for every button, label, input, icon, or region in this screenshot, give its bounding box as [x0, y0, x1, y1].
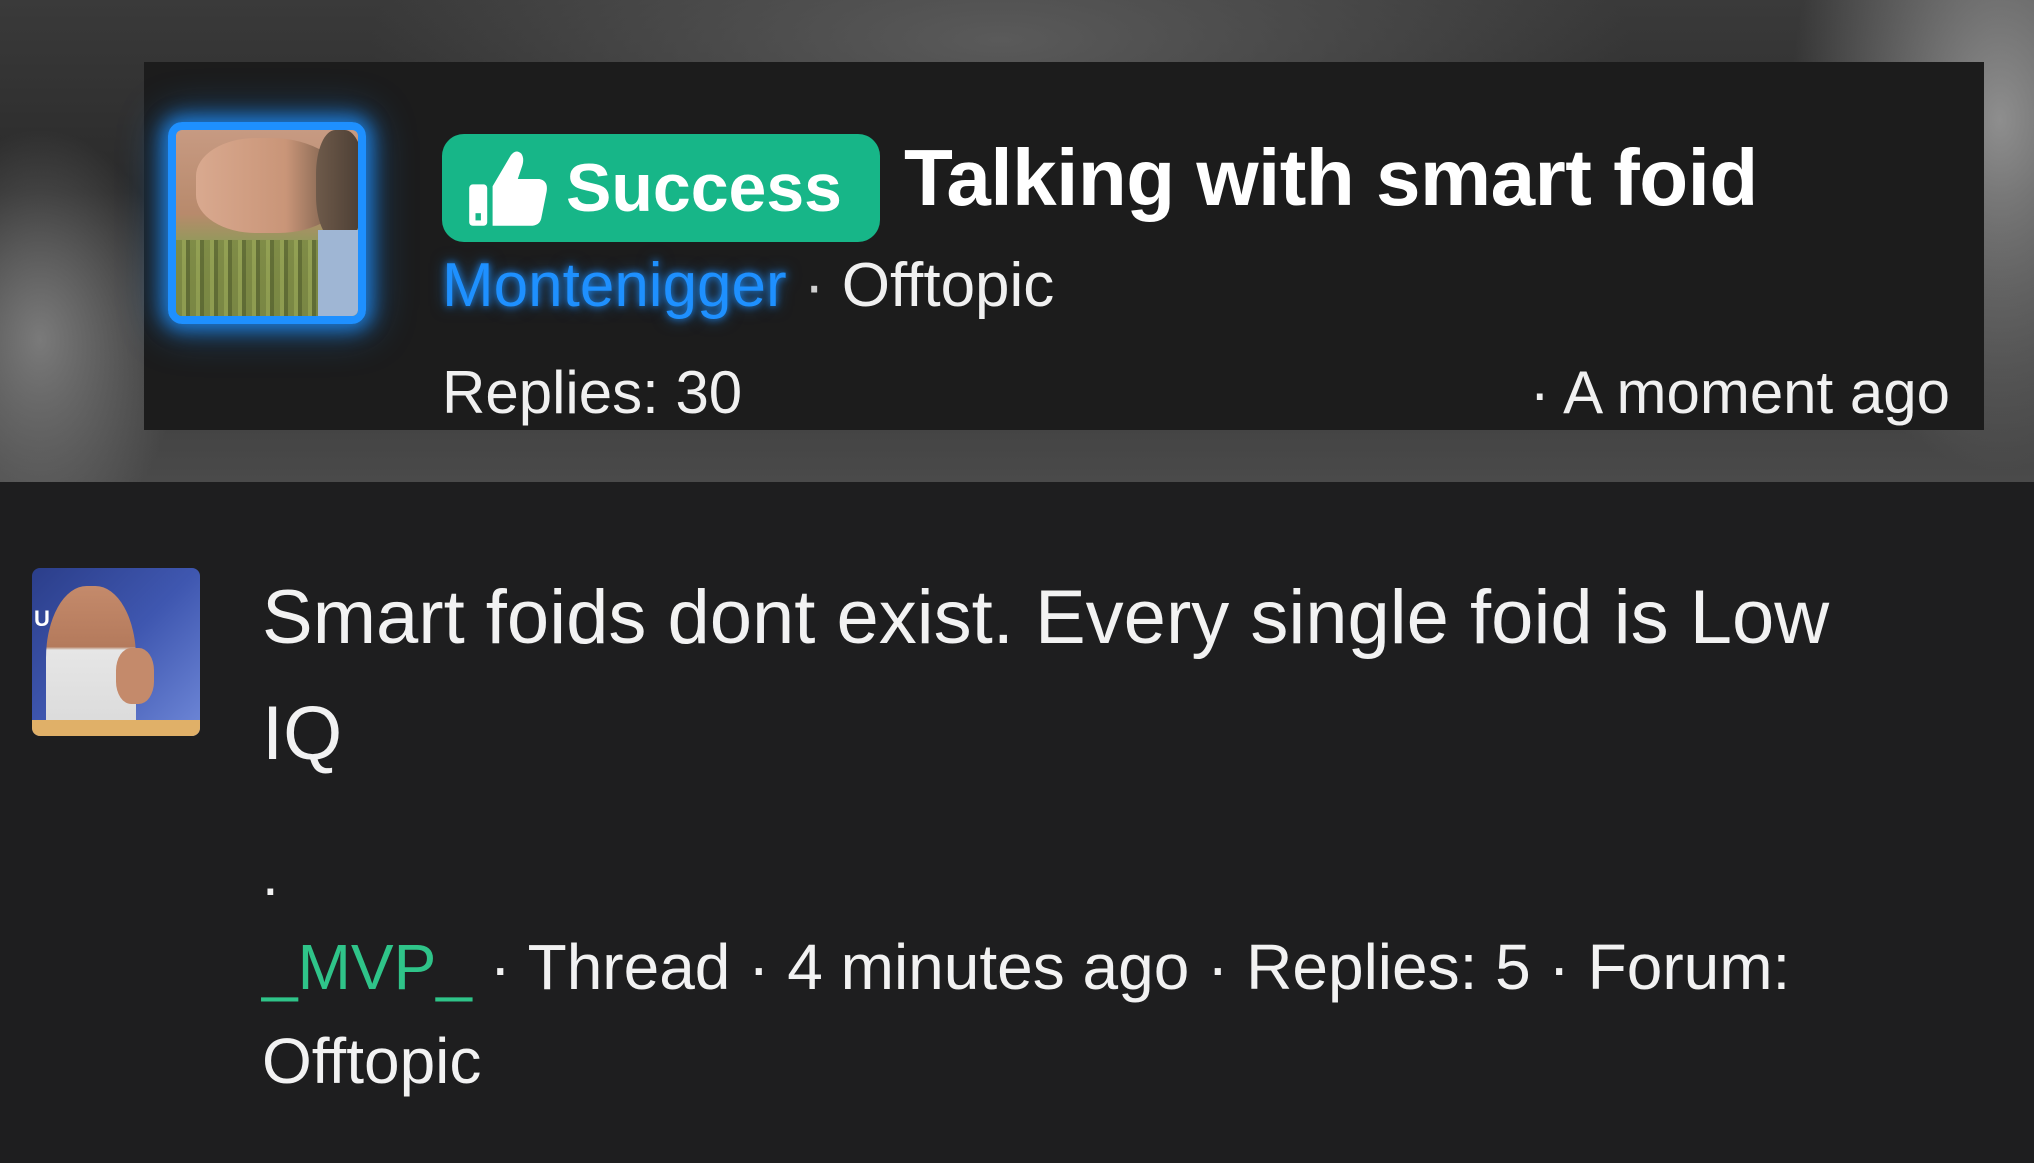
thread-timestamp: · A moment ago — [1529, 359, 1950, 426]
thread-author-link[interactable]: Montenigger — [442, 251, 787, 320]
forum-link[interactable]: Offtopic — [842, 251, 1055, 320]
success-badge: Success — [442, 134, 880, 242]
post-dot: . — [262, 841, 279, 908]
post-meta-rest: · Thread · 4 minutes ago · Replies: 5 · … — [262, 931, 1791, 1097]
thread-title[interactable]: Talking with smart foid — [904, 132, 1758, 224]
thread-meta: Montenigger · Offtopic — [442, 250, 1054, 321]
post-body[interactable]: Smart foids dont exist. Every single foi… — [262, 560, 1912, 792]
post-author-link[interactable]: _MVP_ — [262, 931, 472, 1003]
thread-author-avatar[interactable] — [168, 122, 366, 324]
badge-label: Success — [566, 150, 842, 226]
thumbs-up-icon — [469, 151, 547, 226]
thread-card[interactable]: Success Talking with smart foid Montenig… — [144, 62, 1984, 430]
post-author-avatar[interactable]: U — [32, 568, 200, 736]
thread-header-area: Success Talking with smart foid Montenig… — [0, 0, 2034, 482]
meta-separator: · — [786, 251, 842, 320]
page: Success Talking with smart foid Montenig… — [0, 0, 2034, 1163]
reply-count: Replies: 30 — [442, 359, 743, 426]
avatar-letter: U — [34, 606, 50, 631]
post-meta: _MVP_ · Thread · 4 minutes ago · Replies… — [262, 920, 1862, 1108]
